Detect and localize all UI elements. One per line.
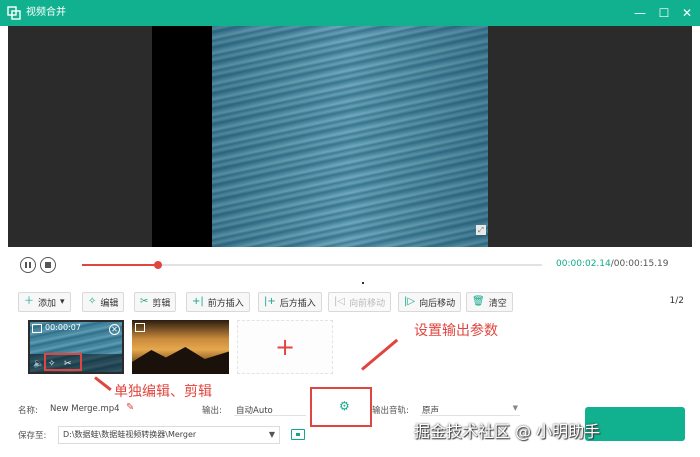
video-shading [212,26,488,247]
move-backward-label: 向后移动 [419,298,456,309]
clip-cut-icon[interactable]: ✂ [64,359,72,369]
trash-icon: 🗑 [472,296,485,307]
clip-thumbnail-2[interactable] [132,320,229,374]
move-forward-icon: |◁ [334,296,346,307]
insert-after-icon: |+ [264,296,276,307]
move-backward-button[interactable]: |▷ 向后移动 [398,292,462,312]
page-indicator: 1/2 [669,296,684,306]
clip-duration: 00:00:07 [45,323,81,332]
audio-track-value: 原声 [422,406,440,416]
timeline-handle[interactable] [154,261,163,269]
annotation-output-settings: 设置输出参数 [414,323,498,339]
move-backward-icon: |▷ [404,296,416,307]
dot-mark [362,282,364,284]
remove-clip-icon[interactable]: ✕ [109,324,120,335]
audio-track-select[interactable]: 原声 ▼ [420,400,520,416]
clear-label: 清空 [488,298,507,309]
insert-after-label: 后方插入 [279,298,316,309]
timeline-progress [82,264,159,266]
window-title: 视频合并 [26,7,66,18]
edit-button[interactable]: ✧ 编辑 [82,292,125,312]
save-path-value: D:\数据蛙\数据蛙视频转换器\Merger [63,430,197,439]
insert-before-button[interactable]: +| 前方插入 [186,292,250,312]
scissors-icon: ✂ [140,296,149,307]
insert-after-button[interactable]: |+ 后方插入 [258,292,322,312]
output-format-value: 自动Auto [236,406,273,416]
pause-icon[interactable] [20,257,36,273]
volume-icon[interactable]: 🔈 [33,359,44,369]
insert-before-label: 前方插入 [207,298,244,309]
add-label: 添加 [38,298,57,309]
chevron-down-icon: ▼ [512,404,518,412]
maximize-icon[interactable]: ☐ [655,4,673,22]
film-icon [135,323,145,332]
clip-toolbar: ＋ 添加 ▾ ✧ 编辑 ✂ 剪辑 +| 前方插入 |+ 后方插入 |◁ 向前移动… [0,292,700,312]
edit-label: 编辑 [100,298,119,309]
name-field[interactable]: New Merge.mp4 [50,404,120,414]
fullscreen-icon[interactable]: ⤢ [476,225,486,235]
name-label: 名称: [18,406,38,416]
arrow-to-clip [94,376,112,391]
move-forward-button[interactable]: |◁ 向前移动 [328,292,392,312]
insert-before-icon: +| [192,296,204,307]
close-window-icon[interactable]: ✕ [678,4,696,22]
minimize-icon[interactable]: — [631,4,649,22]
magic-wand-icon: ✧ [88,296,97,307]
audio-track-label: 输出音轨: [372,406,409,416]
save-path-select[interactable]: D:\数据蛙\数据蛙视频转换器\Merger ▼ [58,426,280,444]
playback-controls: 00:00:02.14/00:00:15.19 [0,247,700,283]
current-time: 00:00:02.14 [556,259,611,269]
output-format-select[interactable]: 自动Auto [234,400,306,416]
stop-icon[interactable] [40,257,56,273]
total-time: /00:00:15.19 [610,259,669,269]
cut-button[interactable]: ✂ 剪辑 [134,292,177,312]
folder-icon[interactable] [291,429,305,440]
app-logo-icon [7,6,21,20]
clip-edit-icon[interactable]: ✧ [48,359,56,369]
watermark: 掘金技术社区 @ 小明助手 [414,422,601,441]
film-icon [32,324,42,333]
clip-strip: 00:00:07 ✕ 🔈 ✧ ✂ + [0,318,700,378]
move-forward-label: 向前移动 [349,298,386,309]
rename-pencil-icon[interactable]: ✎ [126,402,134,413]
output-label: 输出: [202,406,222,416]
video-letterbox: ⤢ [152,26,488,247]
time-readout: 00:00:02.14/00:00:15.19 [556,259,669,269]
clip-thumbnail-1[interactable]: 00:00:07 ✕ 🔈 ✧ ✂ [28,320,124,374]
dropdown-caret-icon[interactable]: ▾ [60,297,65,307]
thumbnail-scene [132,347,229,374]
video-preview: ⤢ [8,26,692,247]
gear-icon[interactable]: ⚙ [339,400,350,412]
title-bar: 视频合并 — ☐ ✕ [0,0,700,26]
add-button[interactable]: ＋ 添加 ▾ [18,292,71,312]
cut-label: 剪辑 [152,298,171,309]
add-clip-button[interactable]: + [237,320,333,374]
clear-button[interactable]: 🗑 清空 [466,292,513,312]
chevron-down-icon: ▼ [268,430,275,439]
plus-icon: ＋ [24,296,34,307]
save-to-label: 保存至: [18,431,47,441]
video-frame: ⤢ [212,26,488,247]
timeline-slider[interactable] [82,261,542,269]
